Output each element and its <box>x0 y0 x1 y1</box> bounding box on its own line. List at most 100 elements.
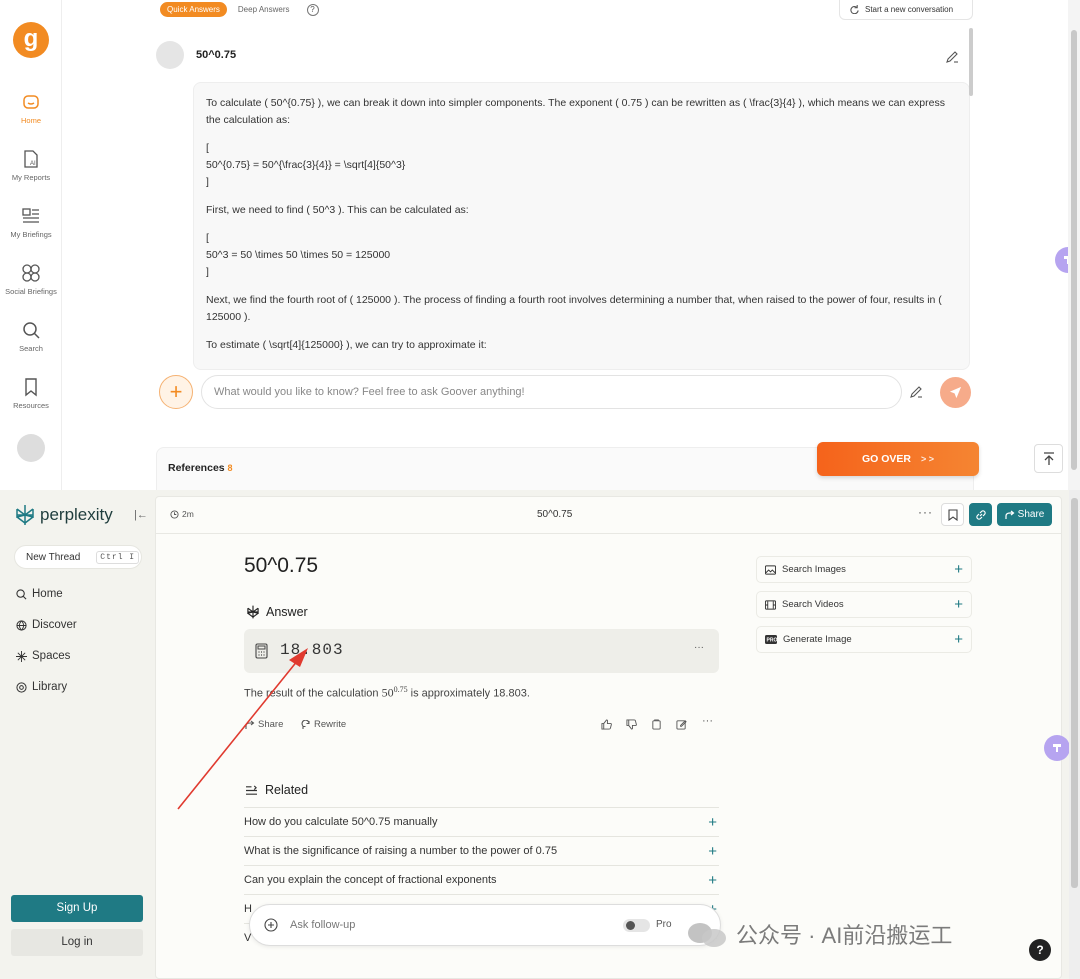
wechat-logo-icon <box>688 921 728 947</box>
calculator-icon <box>255 643 268 659</box>
answer-paragraph: To calculate ( 50^{0.75} ), we can break… <box>206 97 945 126</box>
share-icon <box>245 720 255 729</box>
shortcut-badge: Ctrl I <box>96 550 140 564</box>
pro-label: Pro <box>656 919 672 930</box>
copy-link-button[interactable] <box>969 503 992 526</box>
search-videos-card[interactable]: Search Videos + <box>756 591 972 618</box>
follow-up-input[interactable]: Ask follow-up <box>249 904 721 946</box>
query-title: 50^0.75 <box>244 554 319 577</box>
related-icon <box>246 784 257 795</box>
ask-input[interactable]: What would you like to know? Feel free t… <box>201 375 902 409</box>
sidebar-item-library[interactable]: Library <box>16 681 67 693</box>
plus-icon: + <box>708 871 717 889</box>
perplexity-logo-icon <box>247 605 259 619</box>
follow-up-placeholder: Ask follow-up <box>290 919 356 931</box>
avatar[interactable] <box>17 434 45 462</box>
answer-paragraph: To estimate ( \sqrt[4]{125000} ), we can… <box>206 339 487 351</box>
more-options-icon[interactable]: ··· <box>702 715 713 727</box>
more-options-icon[interactable]: ··· <box>918 505 933 519</box>
thumbs-down-icon[interactable] <box>626 719 637 730</box>
log-in-button[interactable]: Log in <box>11 929 143 956</box>
sign-up-button[interactable]: Sign Up <box>11 895 143 922</box>
help-button[interactable]: ? <box>1029 939 1051 961</box>
edit-icon[interactable] <box>909 385 923 399</box>
page-scrollbar[interactable] <box>1068 0 1080 490</box>
ask-input-placeholder: What would you like to know? Feel free t… <box>214 386 525 398</box>
more-options-icon[interactable]: ··· <box>694 642 704 653</box>
answer-paragraph: ] <box>206 176 209 188</box>
thumbs-up-icon[interactable] <box>601 719 612 730</box>
add-button[interactable]: + <box>159 375 193 409</box>
plus-icon: + <box>954 561 963 578</box>
generate-image-card[interactable]: PRO Generate Image + <box>756 626 972 653</box>
share-action[interactable]: Share <box>245 719 283 730</box>
tab-quick-answers[interactable]: Quick Answers <box>160 2 227 17</box>
video-icon <box>765 599 776 610</box>
plus-icon: + <box>708 842 717 860</box>
plus-icon: + <box>708 813 717 831</box>
image-icon <box>765 564 776 575</box>
sidebar-item-label: Discover <box>32 619 77 631</box>
send-button[interactable] <box>940 377 971 408</box>
copy-icon[interactable] <box>651 719 662 730</box>
answer-scrollbar[interactable] <box>969 28 973 96</box>
answer-mode-tabs: Quick Answers Deep Answers ? <box>160 1 319 18</box>
edit-icon[interactable] <box>676 719 687 730</box>
share-label: Share <box>1017 509 1045 520</box>
sidebar-item-search[interactable]: Search <box>0 320 62 353</box>
sidebar-item-label: Library <box>32 681 68 693</box>
page-scrollbar[interactable] <box>1069 490 1080 979</box>
answer-paragraph: [ <box>206 142 209 154</box>
collapse-sidebar-icon[interactable]: |← <box>134 509 148 521</box>
answer-paragraph: 50^{0.75} = 50^{\frac{3}{4}} = \sqrt[4]{… <box>206 159 406 171</box>
sidebar-item-discover[interactable]: Discover <box>16 619 77 631</box>
references-heading: References 8 <box>168 462 233 474</box>
related-item[interactable]: What is the significance of raising a nu… <box>244 836 719 865</box>
goover-logo[interactable]: g <box>13 22 49 58</box>
references-count: 8 <box>227 463 233 473</box>
add-circle-icon[interactable] <box>264 918 278 932</box>
perplexity-logo[interactable]: perplexity <box>14 504 113 526</box>
new-thread-button[interactable]: New Thread Ctrl I <box>14 545 142 569</box>
sidebar-item-label: Home <box>32 588 63 600</box>
briefing-icon <box>22 208 39 223</box>
sidebar-item-resources[interactable]: Resources <box>0 377 62 410</box>
scroll-to-top-button[interactable] <box>1034 444 1063 473</box>
spaces-icon <box>16 650 27 662</box>
share-icon <box>1005 510 1015 519</box>
search-images-card[interactable]: Search Images + <box>756 556 972 583</box>
help-icon[interactable]: ? <box>306 3 319 16</box>
share-button[interactable]: Share <box>997 503 1052 526</box>
search-icon <box>23 322 40 339</box>
sidebar-item-label: Social Briefings <box>5 287 57 296</box>
sidebar-item-social-briefings[interactable]: Social Briefings <box>0 263 62 296</box>
sidebar-item-home[interactable]: Home <box>16 588 63 600</box>
math-base: 50 <box>381 685 394 700</box>
new-conversation-button[interactable]: Start a new conversation <box>839 0 973 20</box>
sidebar-item-home[interactable]: Home <box>0 92 62 125</box>
go-over-button[interactable]: GO OVER > > <box>817 442 979 476</box>
sidebar-item-my-briefings[interactable]: My Briefings <box>0 206 62 239</box>
send-icon <box>949 386 962 399</box>
related-heading: Related <box>245 783 308 797</box>
assistant-float-icon[interactable] <box>1044 735 1070 761</box>
goover-sidebar: g Home AI My Reports My Briefings Social… <box>0 0 62 490</box>
pro-toggle[interactable] <box>623 919 650 932</box>
rewrite-action[interactable]: Rewrite <box>301 719 346 730</box>
sidebar-item-my-reports[interactable]: AI My Reports <box>0 149 62 182</box>
sidebar-item-label: Search <box>19 344 43 353</box>
svg-text:AI: AI <box>30 161 36 167</box>
sidebar-item-spaces[interactable]: Spaces <box>16 650 70 662</box>
rewrite-icon <box>301 719 310 729</box>
go-over-label: GO OVER <box>861 453 911 465</box>
related-item[interactable]: Can you explain the concept of fractiona… <box>244 865 719 894</box>
tab-deep-answers[interactable]: Deep Answers <box>231 2 297 17</box>
answer-heading: Answer <box>246 605 308 619</box>
related-item[interactable]: How do you calculate 50^0.75 manually + <box>244 807 719 836</box>
pro-badge-icon: PRO <box>765 635 777 644</box>
edit-icon[interactable] <box>945 50 959 64</box>
bookmark-button[interactable] <box>941 503 964 526</box>
new-conversation-label: Start a new conversation <box>865 5 954 14</box>
refresh-icon <box>850 5 859 14</box>
watermark: 公众号 · AI前沿搬运工 <box>688 918 952 950</box>
